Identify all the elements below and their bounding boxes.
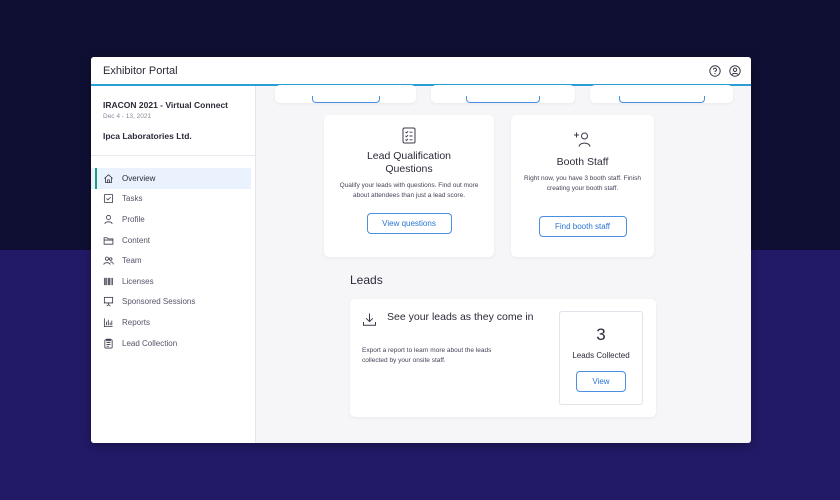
sidebar-item-label: Sponsored Sessions: [122, 297, 196, 307]
card-partial-1: [275, 85, 416, 103]
folder-icon: [103, 236, 114, 245]
sidebar-item-profile[interactable]: Profile: [91, 209, 251, 230]
bar-chart-icon: [103, 318, 113, 327]
sidebar-item-label: Content: [122, 235, 151, 245]
card-partial-3: [590, 85, 733, 103]
leads-heading: Leads: [350, 273, 383, 287]
leads-title: See your leads as they come in: [387, 311, 534, 323]
leads-description: Export a report to learn more about the …: [362, 347, 492, 364]
leads-title-row: See your leads as they come in: [362, 311, 552, 332]
sidebar-item-label: Profile: [122, 214, 145, 224]
sidebar-item-team[interactable]: Team: [91, 250, 251, 271]
lead-qualification-title: Lead Qualification Questions: [366, 150, 452, 175]
booth-staff-card: Booth Staff Right now, you have 3 booth …: [511, 115, 654, 257]
checkbox-icon: [103, 194, 114, 204]
sidebar-item-label: Reports: [122, 317, 151, 327]
card-partial-2-button[interactable]: [466, 96, 540, 103]
sidebar-item-label: Team: [122, 256, 142, 266]
sidebar-item-lead-collection[interactable]: Lead Collection: [91, 333, 251, 354]
booth-staff-title: Booth Staff: [556, 156, 609, 168]
sidebar-nav: Overview Tasks Profile Content Team Lice…: [91, 168, 255, 353]
header-actions: [709, 64, 741, 77]
card-partial-3-button[interactable]: [618, 96, 705, 103]
sidebar-item-label: Overview: [122, 173, 156, 183]
sidebar-item-label: Licenses: [122, 276, 154, 286]
view-questions-button[interactable]: View questions: [366, 213, 452, 234]
sidebar-item-label: Tasks: [122, 194, 143, 204]
add-person-icon: [511, 131, 654, 148]
sidebar-item-sponsored-sessions[interactable]: Sponsored Sessions: [91, 292, 251, 313]
app-window: Exhibitor Portal IRACON 2021 - Virtual C…: [91, 57, 751, 443]
sidebar-item-tasks[interactable]: Tasks: [91, 189, 251, 210]
top-bar: Exhibitor Portal: [91, 57, 751, 86]
barcode-icon: [103, 277, 114, 285]
checklist-icon: [324, 127, 494, 144]
sidebar-item-label: Lead Collection: [122, 338, 178, 348]
download-icon: [362, 311, 387, 332]
clipboard-icon: [104, 338, 113, 349]
leads-info: See your leads as they come in Export a …: [362, 311, 552, 366]
home-icon: [104, 174, 113, 183]
leads-collected-box: 3 Leads Collected View: [559, 311, 643, 405]
sidebar-item-overview[interactable]: Overview: [91, 168, 251, 189]
app-title: Exhibitor Portal: [103, 64, 178, 77]
people-icon: [103, 256, 114, 265]
lead-qualification-description: Qualify your leads with questions. Find …: [339, 182, 479, 199]
sidebar-item-licenses[interactable]: Licenses: [91, 271, 251, 292]
leads-collected-label: Leads Collected: [572, 351, 630, 360]
find-booth-staff-button[interactable]: Find booth staff: [538, 216, 627, 237]
card-partial-1-button[interactable]: [311, 96, 380, 103]
help-circle-icon[interactable]: [709, 64, 721, 77]
view-leads-button[interactable]: View: [576, 371, 626, 392]
sidebar-divider: [91, 155, 255, 156]
lead-qualification-card: Lead Qualification Questions Qualify you…: [324, 115, 494, 257]
card-partial-2: [431, 85, 575, 103]
leads-count: 3: [596, 325, 606, 344]
company-name: Ipca Laboratories Ltd.: [103, 131, 192, 141]
presentation-icon: [103, 297, 114, 307]
event-name: IRACON 2021 - Virtual Connect: [103, 100, 229, 110]
leads-card: See your leads as they come in Export a …: [350, 299, 656, 417]
event-dates: Dec 4 - 13, 2021: [103, 113, 152, 120]
event-info: IRACON 2021 - Virtual Connect Dec 4 - 13…: [91, 86, 255, 141]
user-circle-icon[interactable]: [729, 64, 741, 77]
person-icon: [104, 215, 113, 225]
sidebar-item-content[interactable]: Content: [91, 230, 251, 251]
booth-staff-description: Right now, you have 3 booth staff. Finis…: [524, 175, 641, 192]
sidebar-item-reports[interactable]: Reports: [91, 312, 251, 333]
sidebar: IRACON 2021 - Virtual Connect Dec 4 - 13…: [91, 86, 256, 443]
